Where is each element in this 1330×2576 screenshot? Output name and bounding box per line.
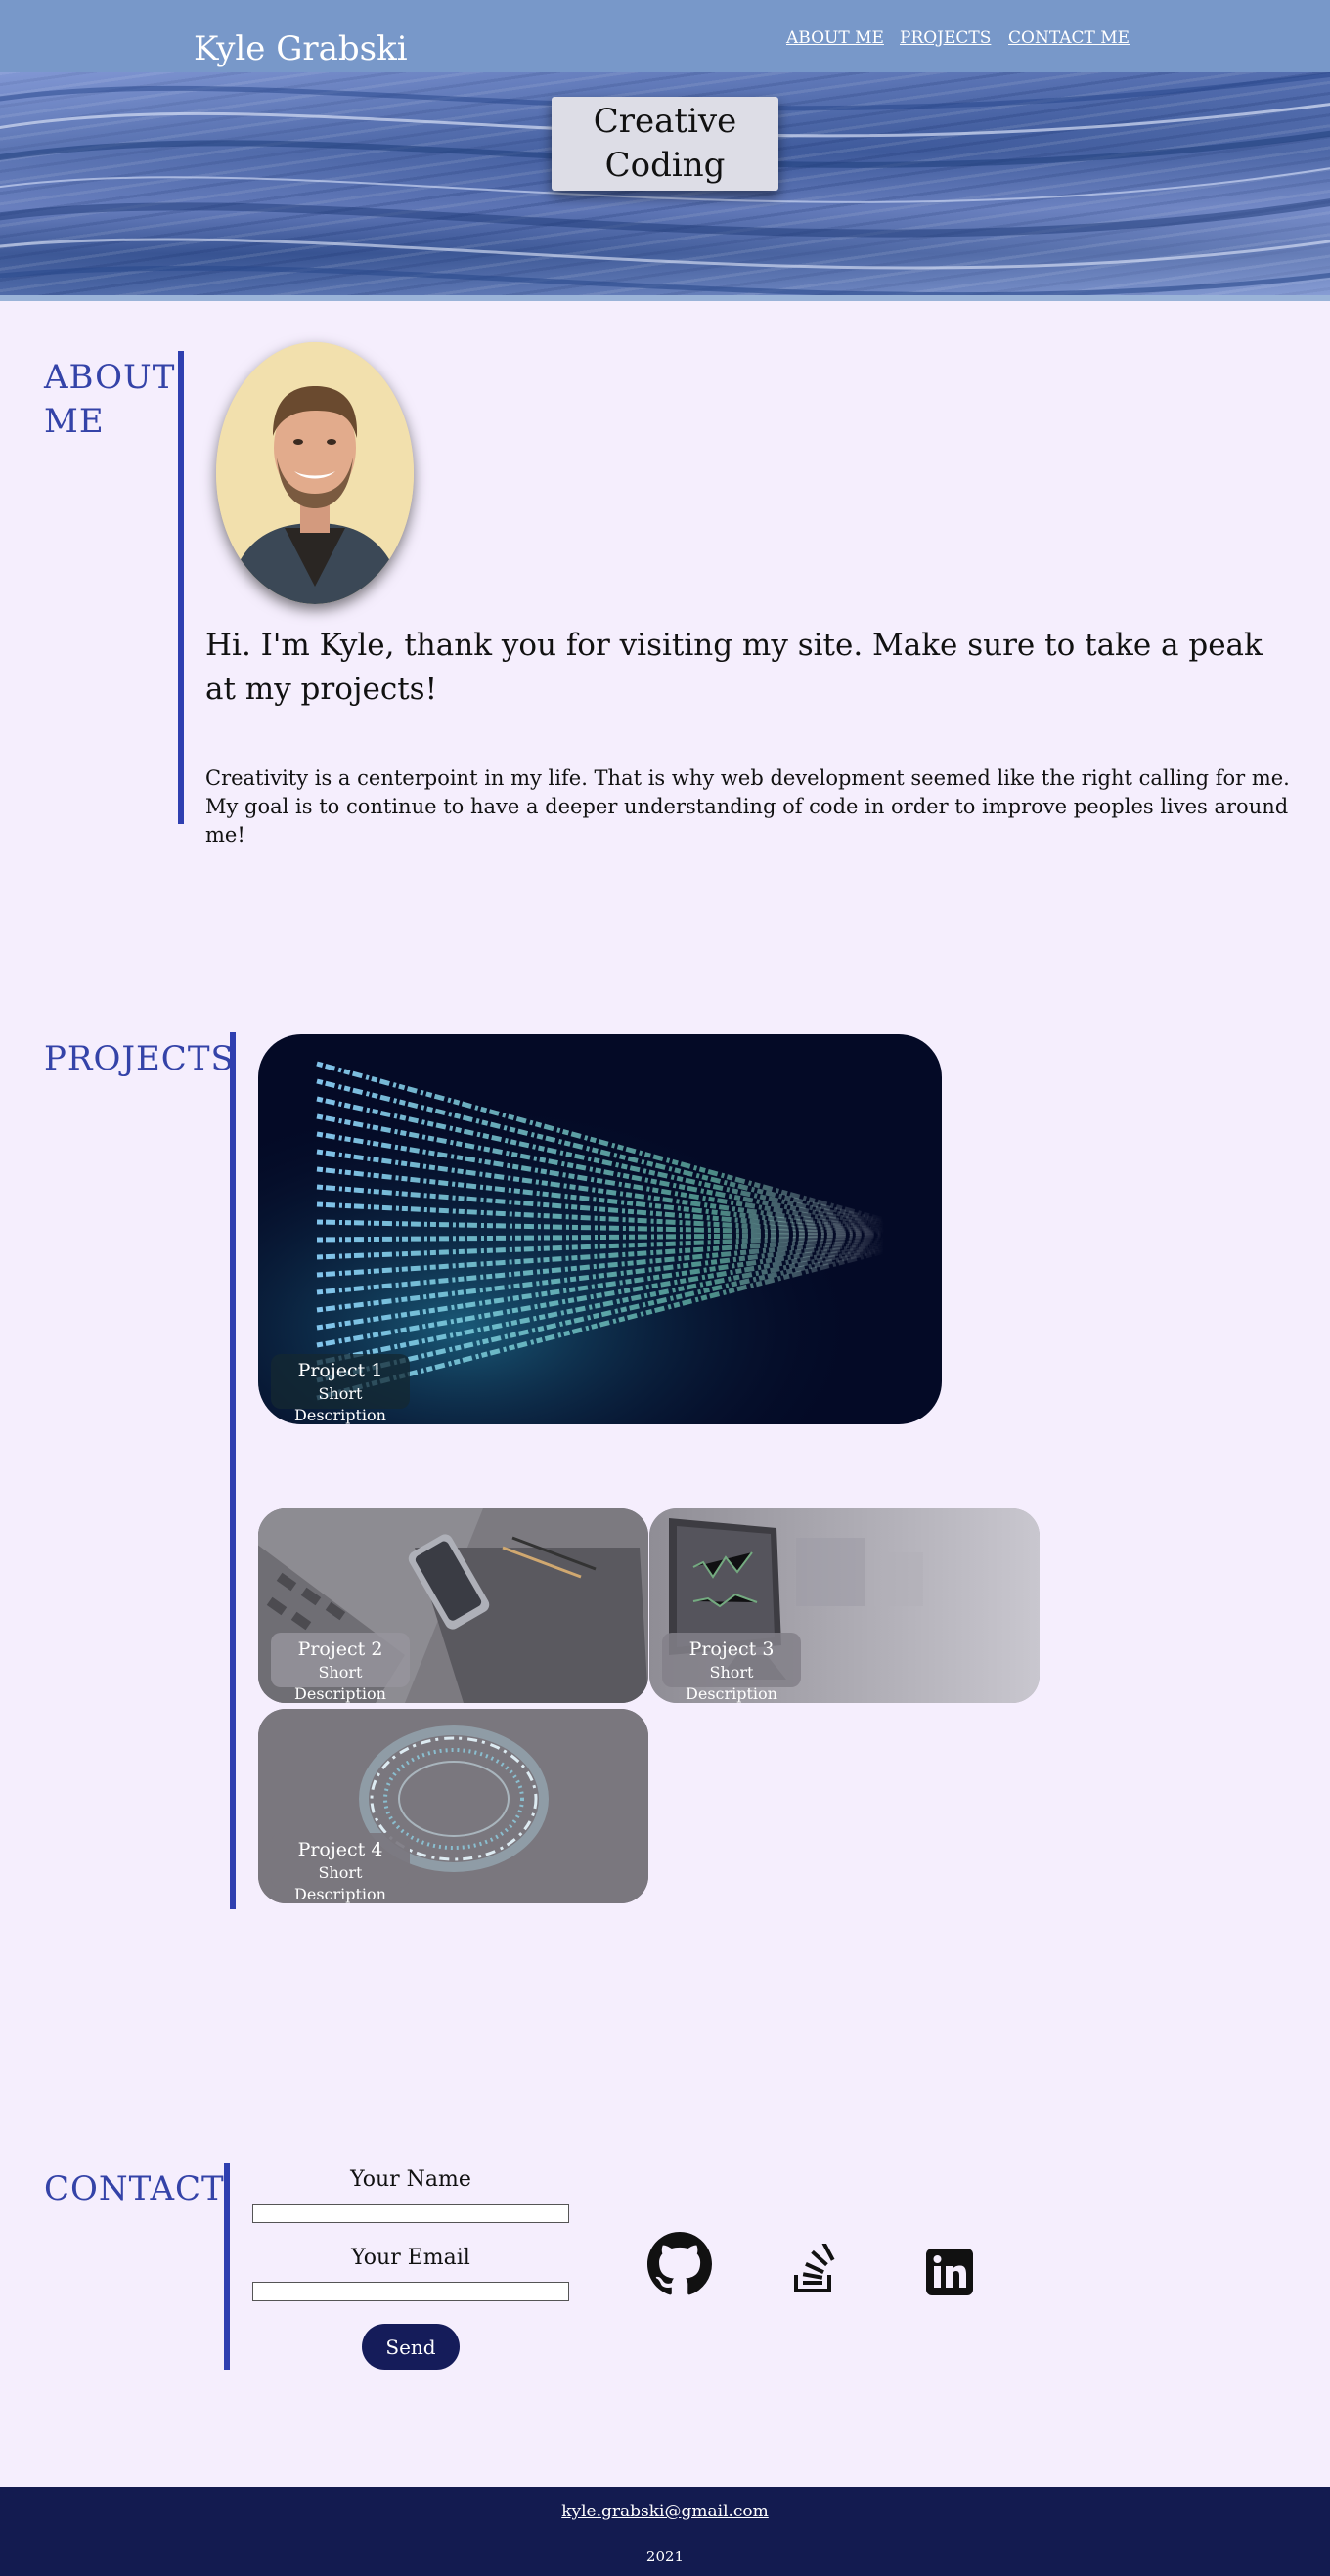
hero-title-line-1: Creative [593, 102, 737, 141]
project-2-caption: Project 2 Short Description [271, 1633, 410, 1703]
profile-photo-image [216, 342, 414, 604]
about-greeting: Hi. I'm Kyle, thank you for visiting my … [205, 628, 1263, 707]
project-card-2[interactable]: Project 2 Short Description [258, 1508, 648, 1703]
name-input[interactable] [252, 2204, 569, 2223]
nav-link-projects[interactable]: PROJECTS [900, 28, 991, 48]
nav-link-contact-me[interactable]: CONTACT ME [1008, 28, 1130, 48]
project-1-description: Short Description [294, 1384, 386, 1424]
email-input[interactable] [252, 2282, 569, 2301]
projects-section-title: PROJECTS [44, 1039, 235, 1078]
projects-section-divider [230, 1032, 236, 1909]
project-card-4[interactable]: Project 4 Short Description [258, 1709, 648, 1903]
top-navigation-bar: Kyle Grabski ABOUT ME PROJECTS CONTACT M… [0, 0, 1330, 72]
stackoverflow-icon[interactable] [792, 2242, 839, 2294]
project-card-3[interactable]: Project 3 Short Description [649, 1508, 1040, 1703]
project-3-description: Short Description [686, 1663, 777, 1703]
email-field-label: Your Email [351, 2246, 470, 2270]
hero-title-line-2: Coding [604, 146, 726, 185]
linkedin-icon[interactable] [926, 2249, 973, 2295]
project-4-title: Project 4 [297, 1839, 383, 1860]
about-title-line-1: ABOUT [44, 358, 176, 397]
project-2-title: Project 2 [297, 1638, 383, 1660]
project-3-caption: Project 3 Short Description [662, 1633, 801, 1703]
project-4-caption: Project 4 Short Description [271, 1833, 410, 1903]
hero-bottom-border [0, 295, 1330, 301]
project-1-title: Project 1 [297, 1360, 383, 1381]
page-footer: kyle.grabski@gmail.com 2021 [0, 2487, 1330, 2576]
project-card-1[interactable]: Project 1 Short Description [258, 1034, 942, 1424]
profile-photo [216, 342, 414, 604]
about-title-line-2: ME [44, 402, 105, 441]
contact-section-divider [224, 2163, 230, 2370]
project-3-title: Project 3 [688, 1638, 775, 1660]
about-section-title: ABOUT ME [44, 356, 175, 444]
about-section-divider [178, 351, 184, 824]
project-1-caption: Project 1 Short Description [271, 1354, 410, 1424]
project-2-description: Short Description [294, 1663, 386, 1703]
project-4-description: Short Description [294, 1863, 386, 1903]
contact-section-title: CONTACT [44, 2169, 225, 2208]
nav-link-about-me[interactable]: ABOUT ME [786, 28, 884, 48]
github-icon[interactable] [647, 2232, 712, 2296]
send-button[interactable]: Send [362, 2324, 460, 2370]
footer-year: 2021 [645, 2548, 685, 2565]
hero-title-card: Creative Coding [552, 97, 778, 191]
name-field-label: Your Name [350, 2167, 471, 2192]
about-description: Creativity is a centerpoint in my life. … [205, 766, 1290, 847]
footer-email-link[interactable]: kyle.grabski@gmail.com [0, 2502, 1330, 2521]
site-title[interactable]: Kyle Grabski [194, 29, 408, 68]
